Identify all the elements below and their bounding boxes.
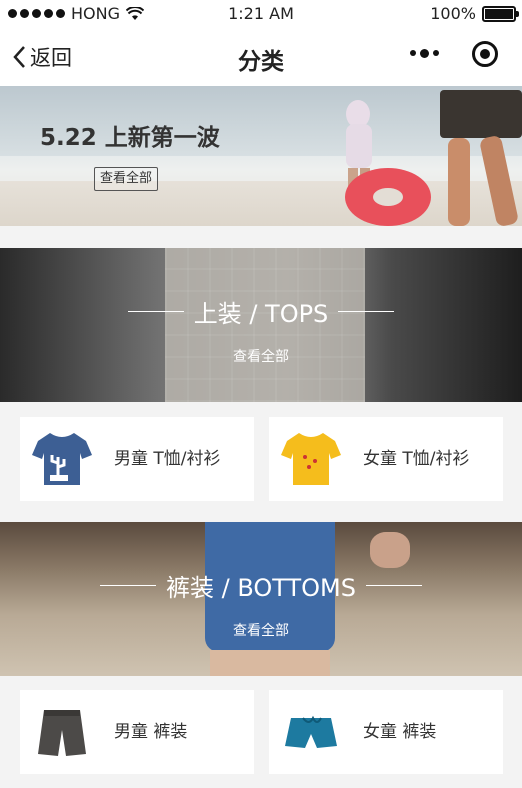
girls-bottoms-label: 女童 裤装	[363, 722, 437, 742]
bottoms-heading-text: 裤装 / BOTTOMS	[165, 574, 356, 602]
more-icon[interactable]	[410, 48, 439, 58]
tops-view-all-link[interactable]: 查看全部	[0, 346, 522, 366]
category-card-boys-bottoms[interactable]: 男童 裤装	[20, 690, 254, 774]
gray-shorts-icon	[38, 710, 86, 756]
battery-percent: 100%	[430, 4, 476, 23]
blue-tshirt-icon	[32, 433, 92, 485]
page-title: 分类	[238, 49, 284, 75]
swim-ring-image	[345, 168, 431, 226]
banner-title: 5.22 上新第一波	[40, 125, 220, 151]
banner-photo-sand	[0, 181, 522, 226]
tops-heading: 上装 / TOPS	[0, 294, 522, 329]
promo-banner[interactable]: 5.22 上新第一波 查看全部	[0, 86, 522, 226]
nav-bar: 返回 分类	[0, 28, 522, 86]
banner-view-all-button[interactable]: 查看全部	[94, 167, 159, 191]
yellow-tshirt-icon	[281, 433, 341, 485]
girls-tops-label: 女童 T恤/衬衫	[363, 449, 470, 469]
divider-line	[99, 585, 156, 586]
tops-section-banner[interactable]: 上装 / TOPS 查看全部	[0, 248, 522, 402]
boys-bottoms-label: 男童 裤装	[114, 722, 188, 742]
bottoms-view-all-link[interactable]: 查看全部	[0, 620, 522, 640]
adult-shorts-image	[440, 90, 522, 138]
category-card-boys-tops[interactable]: 男童 T恤/衬衫	[20, 417, 254, 501]
category-card-girls-tops[interactable]: 女童 T恤/衬衫	[269, 417, 503, 501]
battery-icon	[482, 5, 519, 22]
bottoms-photo-hand	[370, 532, 410, 568]
bottoms-photo-legs	[210, 650, 330, 676]
status-bar: HONG 1:21 AM 100%	[0, 0, 522, 28]
divider-line	[338, 311, 395, 312]
boys-tops-label: 男童 T恤/衬衫	[114, 449, 221, 469]
teal-shorts-icon	[285, 715, 337, 748]
divider-line	[127, 311, 184, 312]
adult-leg-image	[448, 138, 470, 226]
close-miniprogram-icon[interactable]	[472, 41, 498, 67]
category-card-girls-bottoms[interactable]: 女童 裤装	[269, 690, 503, 774]
tops-heading-text: 上装 / TOPS	[193, 300, 329, 328]
bottoms-section-banner[interactable]: 裤装 / BOTTOMS 查看全部	[0, 522, 522, 676]
bottoms-heading: 裤装 / BOTTOMS	[0, 568, 522, 603]
divider-line	[366, 585, 422, 586]
